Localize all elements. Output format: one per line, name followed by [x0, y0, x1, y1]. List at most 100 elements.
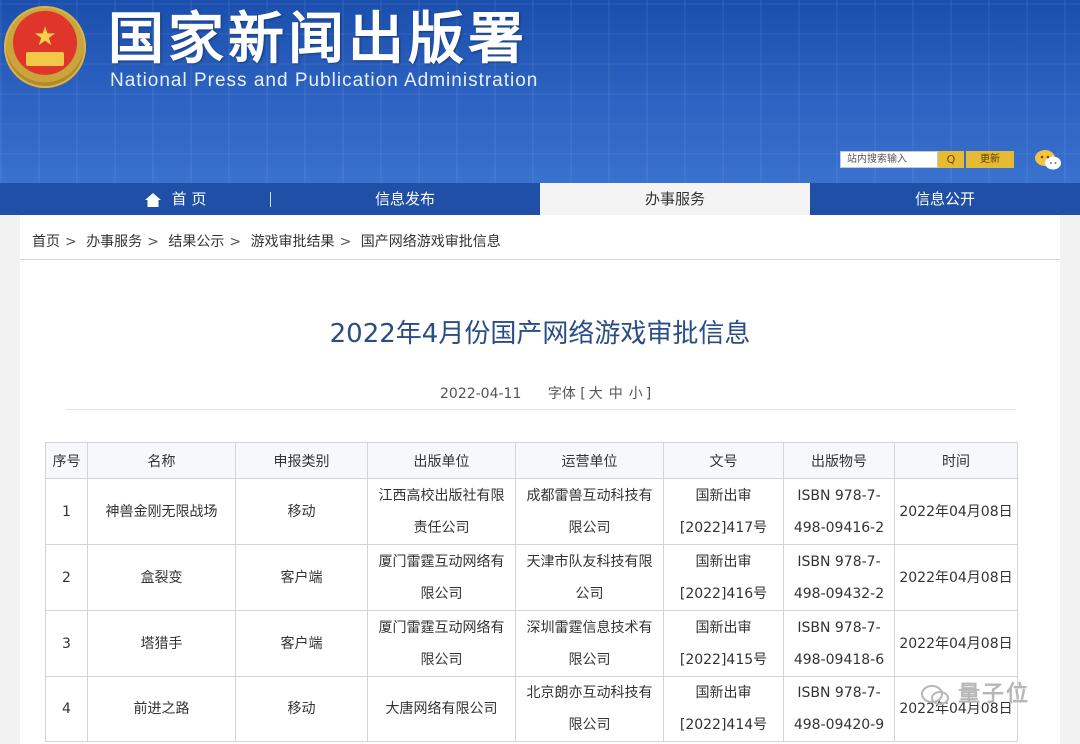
cell-line: 公司: [575, 585, 604, 602]
cell-line: 国新出审: [695, 487, 752, 504]
breadcrumb-separator: >: [339, 234, 352, 250]
table-row: 2 盒裂变 客户端 厦门雷霆互动网络有 限公司 天津市队友科技有限 公司 国新出审 […: [45, 544, 1018, 611]
article-title: 2022年4月份国产网络游戏审批信息: [329, 319, 751, 349]
font-size-label: 字体: [547, 386, 576, 402]
breadcrumb-separator: >: [229, 234, 242, 250]
table-row: 1 神兽金刚无限战场 移动 江西高校出版社有限 责任公司 成都雷兽互动科技有 限公司…: [45, 478, 1018, 545]
cell-no: 3: [45, 610, 88, 677]
search-input[interactable]: 站内搜索输入: [840, 151, 938, 168]
cell-line: [2022]417号: [679, 519, 768, 536]
cell-doc-no: 国新出审 [2022]414号: [663, 676, 784, 742]
cell-line: [2022]415号: [679, 651, 768, 668]
cell-operator: 天津市队友科技有限 公司: [515, 544, 664, 611]
cell-line: ISBN 978-7-: [797, 487, 881, 504]
table-row: 4 前进之路 移动 大唐网络有限公司 北京朗亦互动科技有 限公司 国新出审 [202…: [45, 676, 1018, 742]
cell-line: 国新出审: [695, 619, 752, 636]
wechat-watermark-icon: [921, 685, 949, 705]
cell-line: 江西高校出版社有限: [378, 487, 505, 504]
cell-operator: 成都雷兽互动科技有 限公司: [515, 478, 664, 545]
cell-line: [2022]416号: [679, 585, 768, 602]
cell-category: 客户端: [235, 544, 368, 611]
cell-line: 国新出审: [695, 553, 752, 570]
cell-name: 前进之路: [87, 676, 236, 742]
cell-name: 盒裂变: [87, 544, 236, 611]
advanced-search-button[interactable]: 更新: [966, 151, 1014, 168]
watermark-text: 量子位: [958, 682, 1031, 707]
breadcrumb: 首页 > 办事服务 > 结果公示 > 游戏审批结果 > 国产网络游戏审批信息: [32, 231, 505, 251]
cell-category: 移动: [235, 478, 368, 545]
cell-line: 厦门雷霆互动网络有: [378, 553, 505, 570]
cell-publisher: 大唐网络有限公司: [367, 676, 516, 742]
cell-line: 限公司: [568, 651, 611, 668]
cell-date: 2022年04月08日: [894, 478, 1018, 545]
cell-line: 深圳雷霆信息技术有: [526, 619, 653, 636]
cell-isbn: ISBN 978-7- 498-09420-9: [783, 676, 895, 742]
nav-open-info[interactable]: 信息公开: [810, 183, 1080, 215]
cell-line: 498-09432-2: [793, 585, 885, 602]
column-header-doc-no: 文号: [663, 442, 784, 479]
breadcrumb-current[interactable]: 国产网络游戏审批信息: [361, 234, 501, 250]
font-bracket-close: ]: [645, 386, 652, 402]
content-area: 首页 > 办事服务 > 结果公示 > 游戏审批结果 > 国产网络游戏审批信息 2022年…: [0, 215, 1080, 744]
wechat-icon[interactable]: [1034, 148, 1062, 172]
cell-date: 2022年04月08日: [894, 544, 1018, 611]
national-emblem-logo[interactable]: ★: [4, 6, 86, 88]
nav-info-release[interactable]: 信息发布: [300, 183, 510, 215]
cell-publisher: 厦门雷霆互动网络有 限公司: [367, 610, 516, 677]
cell-no: 4: [45, 676, 88, 742]
site-title[interactable]: 国家新闻出版署: [108, 4, 528, 74]
cell-line: 498-09420-9: [793, 717, 885, 733]
nav-divider: [270, 192, 271, 207]
nav-home[interactable]: 首 页: [80, 183, 270, 215]
cell-name: 塔猎手: [87, 610, 236, 677]
search-button[interactable]: Q: [938, 151, 964, 168]
column-header-no: 序号: [45, 442, 88, 479]
column-header-name: 名称: [87, 442, 236, 479]
cell-line: 国新出审: [695, 685, 752, 701]
font-size-small[interactable]: 小: [629, 386, 643, 402]
cell-line: [2022]414号: [679, 717, 768, 733]
cell-line: 厦门雷霆互动网络有: [378, 619, 505, 636]
nav-services[interactable]: 办事服务: [540, 183, 810, 215]
cell-doc-no: 国新出审 [2022]416号: [663, 544, 784, 611]
cell-line: ISBN 978-7-: [797, 553, 881, 570]
font-size-medium[interactable]: 中: [609, 386, 623, 402]
column-header-category: 申报类别: [235, 442, 368, 479]
breadcrumb-game-approval[interactable]: 游戏审批结果: [251, 234, 335, 250]
cell-doc-no: 国新出审 [2022]417号: [663, 478, 784, 545]
breadcrumb-divider: [20, 259, 1060, 260]
main-nav: 首 页 信息发布 办事服务 信息公开: [0, 183, 1080, 215]
table-row: 3 塔猎手 客户端 厦门雷霆互动网络有 限公司 深圳雷霆信息技术有 限公司 国新出审…: [45, 610, 1018, 677]
column-header-date: 时间: [894, 442, 1018, 479]
cell-line: ISBN 978-7-: [797, 619, 881, 636]
breadcrumb-separator: >: [147, 234, 159, 250]
site-subtitle: National Press and Publication Administr…: [110, 70, 539, 91]
approval-table: 序号 名称 申报类别 出版单位 运营单位 文号 出版物号 时间 1 神兽金刚无限…: [45, 442, 1018, 742]
watermark: 量子位: [920, 676, 1030, 708]
cell-line: 天津市队友科技有限: [526, 553, 653, 570]
breadcrumb-results[interactable]: 结果公示: [168, 234, 224, 250]
cell-no: 1: [45, 478, 88, 545]
column-header-publisher: 出版单位: [367, 442, 516, 479]
font-size-large[interactable]: 大: [589, 386, 603, 402]
cell-name: 神兽金刚无限战场: [87, 478, 236, 545]
cell-operator: 深圳雷霆信息技术有 限公司: [515, 610, 664, 677]
column-header-isbn: 出版物号: [783, 442, 895, 479]
cell-isbn: ISBN 978-7- 498-09418-6: [783, 610, 895, 677]
cell-line: 498-09418-6: [793, 651, 885, 668]
cell-line: 498-09416-2: [793, 519, 885, 536]
cell-line: 限公司: [420, 585, 463, 602]
cell-category: 移动: [235, 676, 368, 742]
article-meta: 2022-04-11 字体 [大中小]: [440, 383, 651, 403]
star-icon: ★: [33, 22, 57, 53]
table-header-row: 序号 名称 申报类别 出版单位 运营单位 文号 出版物号 时间: [45, 442, 1018, 479]
breadcrumb-home[interactable]: 首页: [32, 234, 60, 250]
cell-line: 北京朗亦互动科技有: [526, 685, 653, 701]
cell-doc-no: 国新出审 [2022]415号: [663, 610, 784, 677]
header-banner: ★ 国家新闻出版署 National Press and Publication…: [0, 0, 1080, 185]
cell-line: 责任公司: [413, 519, 470, 536]
nav-home-label: 首 页: [171, 190, 207, 208]
cell-line: 限公司: [420, 651, 463, 668]
cell-publisher: 厦门雷霆互动网络有 限公司: [367, 544, 516, 611]
breadcrumb-services[interactable]: 办事服务: [86, 234, 142, 250]
